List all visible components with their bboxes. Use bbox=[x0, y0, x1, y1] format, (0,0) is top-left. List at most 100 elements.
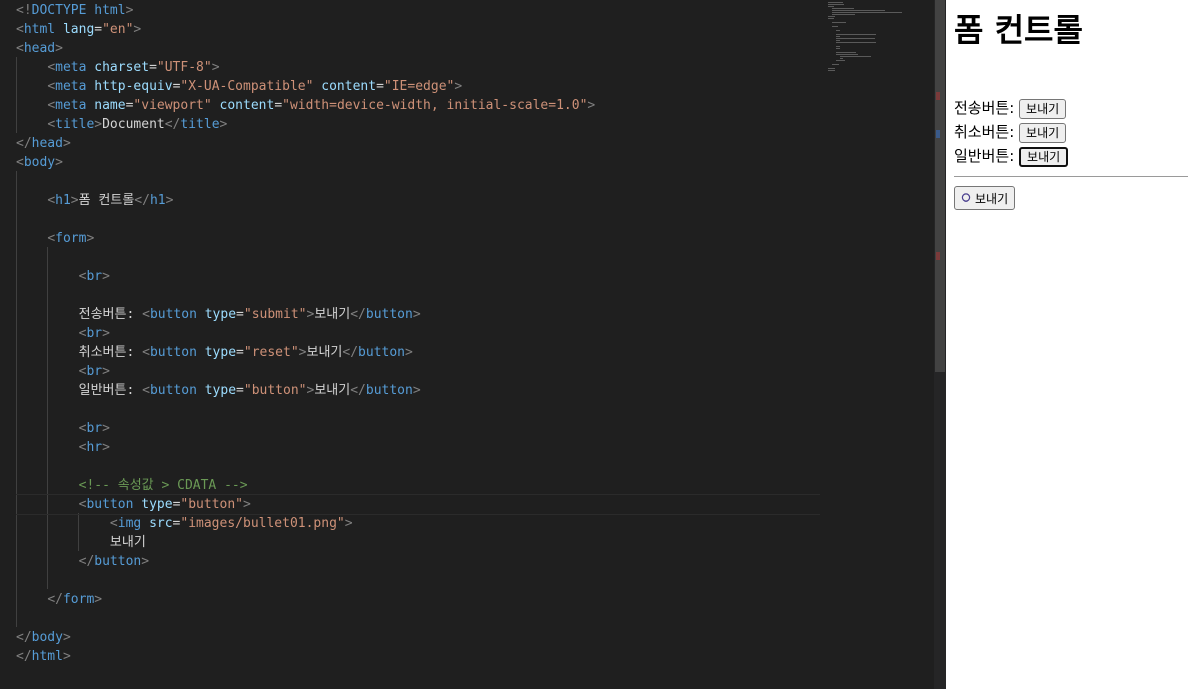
code-line: <meta charset="UTF-8"> bbox=[16, 58, 220, 77]
code-token: > bbox=[55, 41, 63, 56]
code-token: content bbox=[321, 79, 377, 94]
code-token: </ bbox=[350, 383, 366, 398]
general-button[interactable]: 보내기 bbox=[1019, 146, 1069, 167]
code-line: <title>Document</title> bbox=[16, 115, 227, 134]
code-token: = bbox=[236, 345, 244, 360]
code-token: form bbox=[55, 231, 87, 246]
page-heading: 폼 컨트롤 bbox=[954, 11, 1083, 49]
code-token: > bbox=[102, 364, 110, 379]
minimap-line bbox=[836, 60, 845, 61]
code-token: = bbox=[236, 307, 244, 322]
code-token: </ bbox=[16, 630, 32, 645]
code-token: < bbox=[16, 22, 24, 37]
code-token: "button" bbox=[180, 497, 244, 512]
code-token: type bbox=[204, 383, 237, 398]
code-line: <head> bbox=[16, 39, 63, 58]
code-line: <form> bbox=[16, 229, 94, 248]
code-token: > bbox=[405, 345, 413, 360]
code-token: = bbox=[149, 60, 157, 75]
submit-row: 전송버튼: 보내기 bbox=[954, 96, 1067, 120]
code-token: < bbox=[142, 307, 150, 322]
minimap-line bbox=[828, 68, 835, 69]
code-token: DOCTYPE html bbox=[31, 3, 126, 18]
code-token: > bbox=[62, 649, 71, 664]
scrollbar-thumb[interactable] bbox=[935, 0, 945, 372]
code-line: <br> bbox=[16, 419, 110, 438]
code-token: button bbox=[365, 383, 413, 398]
code-token: </ bbox=[16, 649, 32, 664]
minimap-line bbox=[832, 64, 839, 65]
code-token: "submit" bbox=[243, 307, 307, 322]
minimap-line bbox=[836, 34, 876, 35]
minimap-line bbox=[828, 18, 834, 19]
code-token: < bbox=[142, 345, 150, 360]
general-row: 일반버튼: 보내기 bbox=[954, 144, 1069, 168]
submit-button[interactable]: 보내기 bbox=[1019, 98, 1067, 119]
code-token: > bbox=[55, 155, 63, 170]
code-token: <! bbox=[16, 3, 32, 18]
code-line: <!DOCTYPE html> bbox=[16, 1, 133, 20]
minimap[interactable] bbox=[820, 0, 930, 80]
code-token: </ bbox=[78, 554, 95, 569]
code-token: = bbox=[236, 383, 244, 398]
code-token: > bbox=[211, 60, 220, 75]
code-token: "UTF-8" bbox=[156, 60, 212, 75]
minimap-line bbox=[836, 54, 858, 55]
minimap-line bbox=[840, 58, 843, 59]
code-token: html bbox=[31, 649, 63, 664]
code-token: > bbox=[102, 269, 110, 284]
code-token: button bbox=[86, 497, 142, 512]
code-token: body bbox=[23, 155, 56, 170]
minimap-line bbox=[840, 56, 871, 57]
code-token: 보내기 bbox=[314, 383, 351, 398]
code-token: = bbox=[274, 98, 283, 113]
code-editor[interactable]: <!DOCTYPE html> <html lang="en"> <head> <m… bbox=[0, 0, 934, 689]
code-line: <meta name="viewport" content="width=dev… bbox=[16, 96, 595, 115]
code-line: 일반버튼: <button type="button">보내기</button> bbox=[16, 381, 421, 400]
code-token: > bbox=[102, 440, 110, 455]
code-token: < bbox=[47, 231, 56, 246]
code-token: < bbox=[47, 193, 56, 208]
horizontal-rule bbox=[954, 176, 1188, 177]
code-token: "button" bbox=[243, 383, 307, 398]
image-button[interactable]: 보내기 bbox=[954, 186, 1016, 210]
minimap-line bbox=[832, 10, 885, 11]
code-line: <body> bbox=[16, 153, 63, 172]
browser-preview: 폼 컨트롤 전송버튼: 보내기 취소버튼: 보내기 일반버튼: 보내기 보내기 bbox=[946, 0, 1188, 689]
code-token: </ bbox=[47, 592, 63, 607]
minimap-line bbox=[836, 38, 875, 39]
minimap-line bbox=[836, 48, 840, 49]
minimap-line bbox=[836, 42, 876, 43]
minimap-line bbox=[832, 12, 902, 13]
code-token: body bbox=[31, 630, 63, 645]
code-token: > bbox=[454, 79, 463, 94]
code-token: button bbox=[149, 345, 205, 360]
code-token: </ bbox=[350, 307, 366, 322]
code-line: <br> bbox=[16, 362, 110, 381]
minimap-line bbox=[836, 46, 840, 47]
code-token: meta bbox=[55, 60, 95, 75]
submit-label: 전송버튼: bbox=[954, 99, 1020, 117]
minimap-line bbox=[828, 16, 835, 17]
code-token: lang bbox=[62, 22, 95, 37]
code-line: <button type="button"> bbox=[16, 495, 251, 514]
reset-label: 취소버튼: bbox=[954, 123, 1020, 141]
code-token: form bbox=[62, 592, 95, 607]
code-token: > bbox=[102, 326, 110, 341]
minimap-line bbox=[836, 36, 840, 37]
minimap-line bbox=[832, 8, 854, 9]
code-token: "en" bbox=[102, 22, 134, 37]
code-token: "IE=edge" bbox=[383, 79, 455, 94]
minimap-line bbox=[828, 6, 834, 7]
reset-button[interactable]: 보내기 bbox=[1019, 122, 1067, 143]
reset-row: 취소버튼: 보내기 bbox=[954, 120, 1067, 144]
